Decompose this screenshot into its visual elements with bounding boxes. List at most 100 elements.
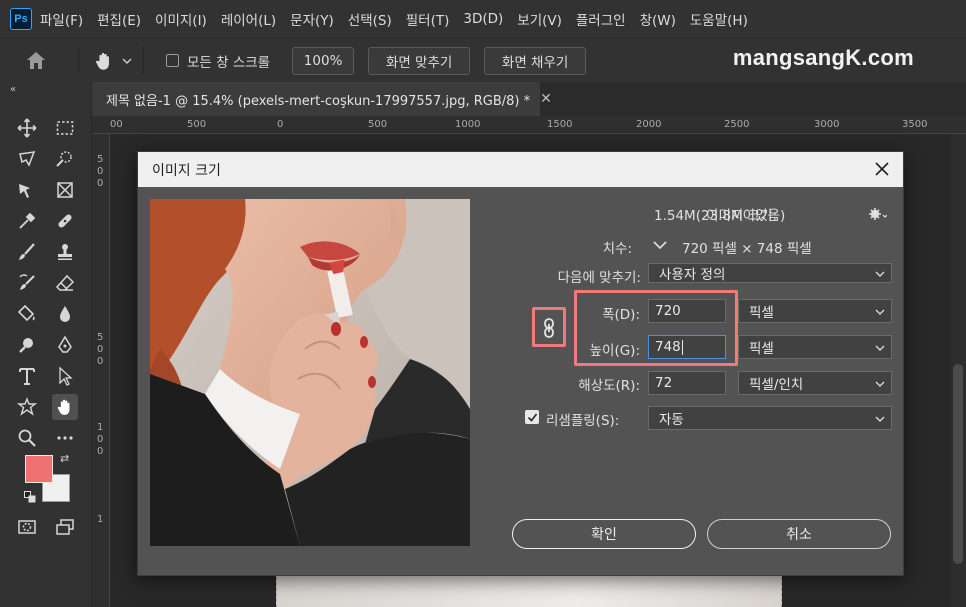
menu-3d[interactable]: 3D(D): [463, 11, 503, 27]
chevron-down-icon: [875, 381, 885, 387]
menu-type[interactable]: 문자(Y): [290, 9, 334, 29]
resample-select[interactable]: 자동: [648, 406, 892, 430]
document-tab-bar: 제목 없음-1 @ 15.4% (pexels-mert-coşkun-1799…: [92, 82, 966, 116]
width-input[interactable]: 720: [648, 299, 726, 323]
height-unit-select[interactable]: 픽셀: [738, 335, 892, 359]
chevron-down-icon: [875, 345, 885, 351]
ruler-label: 0: [97, 356, 104, 367]
dimensions-value: 720 픽셀 × 748 픽셀: [682, 241, 812, 257]
menu-help[interactable]: 도움말(H): [690, 9, 748, 29]
width-unit-value: 픽셀: [749, 305, 774, 321]
resolution-label: 해상도(R):: [578, 378, 640, 394]
menu-layer[interactable]: 레이어(L): [221, 9, 276, 29]
scrollbar-thumb[interactable]: [953, 364, 963, 564]
menu-plugins[interactable]: 플러그인: [576, 9, 626, 29]
ok-button[interactable]: 확인: [512, 519, 696, 549]
healing-brush-tool-icon[interactable]: [52, 208, 78, 234]
chevron-down-icon[interactable]: [121, 55, 133, 67]
resolution-input[interactable]: 72: [648, 371, 726, 395]
chevron-down-icon: [875, 309, 885, 315]
document-canvas[interactable]: [276, 572, 782, 607]
eyedropper-tool-icon[interactable]: [14, 208, 40, 234]
scroll-all-windows-label: 모든 창 스크롤: [187, 54, 271, 71]
scroll-all-windows-checkbox[interactable]: [166, 54, 179, 67]
gear-icon[interactable]: [869, 207, 887, 221]
quick-mask-icon[interactable]: [14, 514, 40, 540]
height-label: 높이(G):: [589, 343, 640, 359]
swap-colors-icon[interactable]: ⇄: [60, 452, 69, 465]
separator: [78, 46, 79, 75]
height-input[interactable]: 748: [648, 335, 726, 359]
height-unit-value: 픽셀: [749, 341, 774, 357]
dodge-tool-icon[interactable]: [14, 332, 40, 358]
zoom-100-button[interactable]: 100%: [292, 46, 355, 75]
collapse-panel-icon[interactable]: «: [10, 84, 16, 95]
resample-value: 자동: [659, 412, 684, 428]
photoshop-logo: Ps: [10, 8, 32, 30]
close-icon[interactable]: [873, 160, 891, 178]
width-unit-select[interactable]: 픽셀: [738, 299, 892, 323]
checkmark-icon: [527, 412, 537, 422]
watermark-text: mangsangK.com: [732, 45, 914, 70]
screen-mode-icon[interactable]: [52, 514, 78, 540]
custom-shape-tool-icon[interactable]: [14, 394, 40, 420]
ruler-label: 0: [97, 178, 104, 189]
brush-tool-icon[interactable]: [14, 239, 40, 265]
document-tab-title: 제목 없음-1 @ 15.4% (pexels-mert-coşkun-1799…: [106, 93, 531, 109]
ruler-label: 0: [97, 344, 104, 355]
vertical-ruler: 5 0 0 5 0 0 1 0 0 1: [92, 134, 110, 607]
fill-screen-button[interactable]: 화면 채우기: [484, 46, 587, 75]
eraser-tool-icon[interactable]: [52, 270, 78, 296]
marquee-tool-icon[interactable]: [52, 115, 78, 141]
vertical-scrollbar[interactable]: [950, 134, 966, 607]
separator: [143, 46, 144, 75]
ruler-label: 0: [97, 434, 104, 445]
menu-view[interactable]: 보기(V): [517, 9, 562, 29]
document-tab[interactable]: 제목 없음-1 @ 15.4% (pexels-mert-coşkun-1799…: [92, 82, 552, 116]
lasso-tool-icon[interactable]: [14, 146, 40, 172]
foreground-color-swatch[interactable]: [25, 455, 53, 483]
menu-image[interactable]: 이미지(I): [155, 9, 207, 29]
hand-tool-icon[interactable]: [52, 394, 78, 420]
menu-file[interactable]: 파일(F): [40, 9, 83, 29]
menu-window[interactable]: 창(W): [640, 9, 676, 29]
path-selection-tool-icon[interactable]: [52, 363, 78, 389]
resolution-unit-select[interactable]: 픽셀/인치: [738, 371, 892, 395]
type-tool-icon[interactable]: [14, 363, 40, 389]
ruler-label: 3000: [814, 119, 840, 130]
close-tab-icon[interactable]: ✕: [540, 91, 552, 107]
object-selection-tool-icon[interactable]: [14, 177, 40, 203]
cancel-button[interactable]: 취소: [707, 519, 891, 549]
fit-screen-button[interactable]: 화면 맞추기: [368, 46, 471, 75]
tools-panel: « ⇄: [0, 82, 92, 607]
move-tool-icon[interactable]: [14, 115, 40, 141]
chevron-down-icon[interactable]: [652, 239, 668, 251]
blur-tool-icon[interactable]: [52, 301, 78, 327]
frame-tool-icon[interactable]: [52, 177, 78, 203]
menu-edit[interactable]: 편집(E): [97, 9, 141, 29]
ruler-label: 0: [97, 166, 104, 177]
zoom-tool-icon[interactable]: [14, 425, 40, 451]
hand-icon[interactable]: [93, 50, 115, 72]
image-preview[interactable]: [150, 199, 470, 546]
height-input-value: 748: [655, 339, 681, 355]
ruler-label: 0: [277, 119, 284, 130]
width-label: 폭(D):: [602, 307, 640, 323]
stamp-tool-icon[interactable]: [52, 239, 78, 265]
image-size-dialog: 이미지 크기 이미지 크기: 1.54M(23.8M이었음) 치수: 720 픽…: [137, 151, 904, 576]
resample-checkbox[interactable]: [525, 410, 539, 424]
chevron-down-icon: [875, 416, 885, 422]
quick-selection-tool-icon[interactable]: [52, 146, 78, 172]
menu-filter[interactable]: 필터(T): [406, 9, 450, 29]
more-tools-icon[interactable]: [52, 425, 78, 451]
resample-label: 리샘플링(S):: [546, 413, 620, 429]
history-brush-tool-icon[interactable]: [14, 270, 40, 296]
pen-tool-icon[interactable]: [52, 332, 78, 358]
ruler-label: 500: [368, 119, 388, 130]
menu-select[interactable]: 선택(S): [348, 9, 392, 29]
paint-bucket-tool-icon[interactable]: [14, 301, 40, 327]
fit-to-select[interactable]: 사용자 정의: [648, 263, 892, 283]
default-colors-icon[interactable]: [24, 491, 36, 503]
ruler-label: 2000: [636, 119, 662, 130]
home-icon[interactable]: [24, 49, 48, 73]
